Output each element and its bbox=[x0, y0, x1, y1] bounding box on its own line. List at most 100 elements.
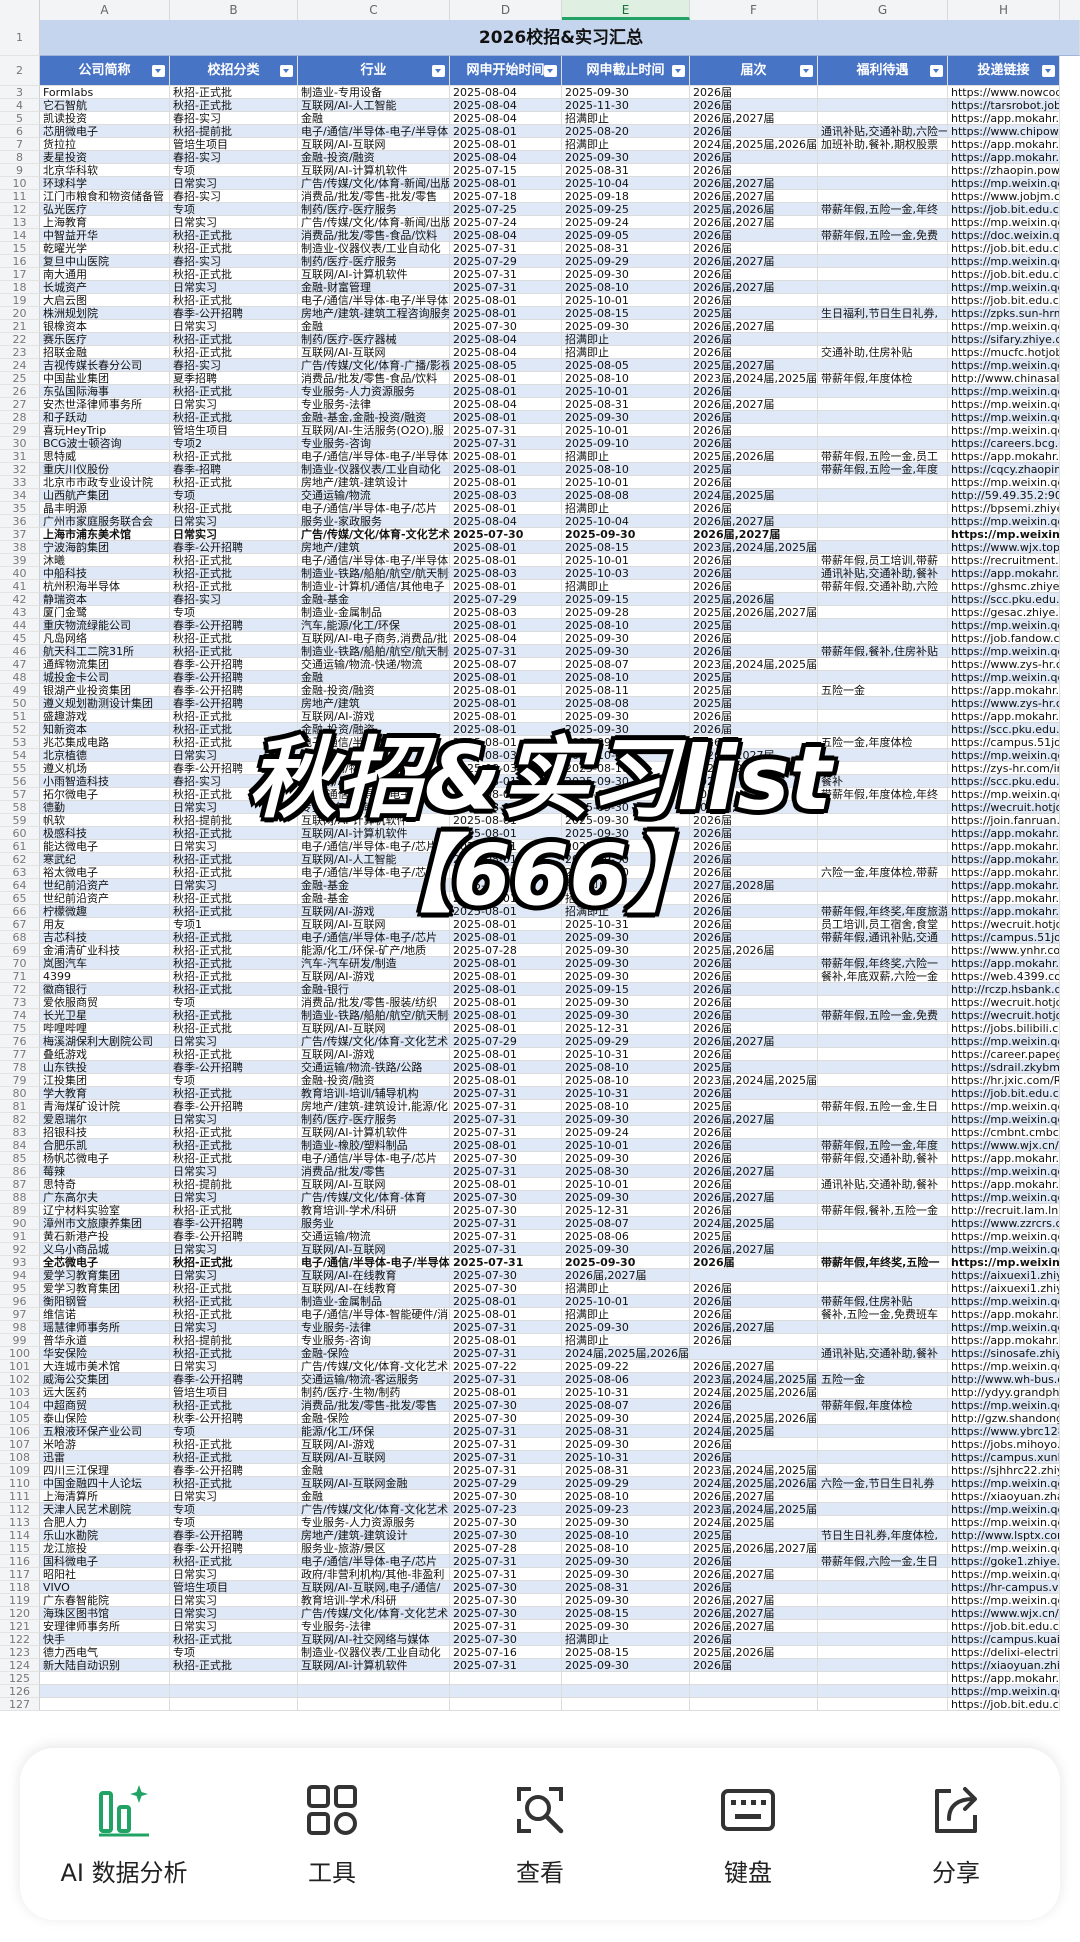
table-cell[interactable]: 2025-07-30 bbox=[450, 1594, 562, 1607]
table-cell[interactable]: 2025-09-30 bbox=[562, 1516, 690, 1529]
table-cell[interactable]: 电子/通信/半导体-电子/半导体 bbox=[298, 1256, 450, 1269]
table-cell[interactable]: 2025-10-31 bbox=[562, 1087, 690, 1100]
table-cell[interactable]: 互联网/AI-游戏 bbox=[298, 710, 450, 723]
table-cell[interactable]: 2026届 bbox=[690, 502, 818, 515]
table-cell[interactable]: http://www.wh-bus.co bbox=[948, 1373, 1060, 1386]
table-cell[interactable]: 2025-09-30 bbox=[562, 723, 690, 736]
table-cell[interactable]: 2025-07-30 bbox=[450, 1399, 562, 1412]
row-number[interactable]: 84 bbox=[0, 1139, 40, 1152]
row-number[interactable]: 12 bbox=[0, 203, 40, 216]
table-cell[interactable]: 夏季招聘 bbox=[170, 372, 298, 385]
table-cell[interactable]: 2025-09-30 bbox=[562, 957, 690, 970]
table-cell[interactable]: 秋招-正式批 bbox=[170, 1282, 298, 1295]
table-cell[interactable]: 2025-08-01 bbox=[450, 1386, 562, 1399]
row-number[interactable]: 18 bbox=[0, 281, 40, 294]
table-cell[interactable]: 2025届 bbox=[690, 1529, 818, 1542]
table-cell[interactable]: 长城资产 bbox=[40, 281, 170, 294]
table-cell[interactable]: 2025-09-05 bbox=[562, 229, 690, 242]
table-cell[interactable]: 2025-07-31 bbox=[450, 1568, 562, 1581]
table-cell[interactable]: 2025-08-01 bbox=[450, 697, 562, 710]
table-cell[interactable]: 2025届,2026届 bbox=[690, 593, 818, 606]
table-cell[interactable]: 2025-09-15 bbox=[562, 983, 690, 996]
table-cell[interactable]: 春招-实习 bbox=[170, 359, 298, 372]
row-number[interactable]: 53 bbox=[0, 736, 40, 749]
table-cell[interactable]: 秋招-正式批 bbox=[170, 1659, 298, 1672]
table-cell[interactable]: 2025-08-10 bbox=[562, 372, 690, 385]
table-cell[interactable]: 秋招-正式批 bbox=[170, 580, 298, 593]
table-cell[interactable]: https://mp.weixin.qq.c bbox=[948, 411, 1060, 424]
column-header[interactable]: 投递链接 bbox=[948, 56, 1060, 86]
table-cell[interactable]: 2026届 bbox=[690, 294, 818, 307]
table-cell[interactable]: 秋招-正式批 bbox=[170, 853, 298, 866]
row-number[interactable]: 42 bbox=[0, 593, 40, 606]
table-cell[interactable]: 互联网/AI-互联网 bbox=[298, 1451, 450, 1464]
row-number[interactable]: 117 bbox=[0, 1568, 40, 1581]
table-cell[interactable]: 电子/通信/半导体-电子/芯片 bbox=[298, 1555, 450, 1568]
table-cell[interactable]: 知新资本 bbox=[40, 723, 170, 736]
table-cell[interactable]: 莓辣 bbox=[40, 1165, 170, 1178]
table-cell[interactable]: 沐曦 bbox=[40, 554, 170, 567]
table-cell[interactable]: 北京植德 bbox=[40, 749, 170, 762]
row-number[interactable]: 26 bbox=[0, 385, 40, 398]
table-cell[interactable]: 2024届,2025届 bbox=[690, 489, 818, 502]
table-cell[interactable]: 2025-08-01 bbox=[450, 684, 562, 697]
table-cell[interactable]: 秋招-正式批 bbox=[170, 99, 298, 112]
table-cell[interactable]: https://mp.weixin.qq.c bbox=[948, 671, 1060, 684]
column-letter[interactable]: H bbox=[948, 0, 1060, 20]
table-cell[interactable]: 2025-09-30 bbox=[562, 632, 690, 645]
table-cell[interactable] bbox=[818, 502, 948, 515]
row-number[interactable]: 88 bbox=[0, 1191, 40, 1204]
row-number[interactable]: 91 bbox=[0, 1230, 40, 1243]
column-letter[interactable]: F bbox=[690, 0, 818, 20]
row-number[interactable]: 104 bbox=[0, 1399, 40, 1412]
table-cell[interactable] bbox=[450, 1685, 562, 1698]
table-cell[interactable]: 2025-08-04 bbox=[450, 515, 562, 528]
table-cell[interactable]: 日常实习 bbox=[170, 879, 298, 892]
table-cell[interactable]: 银湖产业投资集团 bbox=[40, 684, 170, 697]
table-cell[interactable] bbox=[818, 1126, 948, 1139]
row-number[interactable]: 120 bbox=[0, 1607, 40, 1620]
table-cell[interactable]: 带薪年假,交通补助,餐补 bbox=[818, 1152, 948, 1165]
table-cell[interactable]: 2025-08-06 bbox=[562, 1230, 690, 1243]
table-cell[interactable]: 秋招-正式批 bbox=[170, 268, 298, 281]
table-cell[interactable]: 制造业-仪器仪表/工业自动化 bbox=[298, 463, 450, 476]
table-cell[interactable]: 晶丰明源 bbox=[40, 502, 170, 515]
table-cell[interactable]: https://mp.weixin.qq.c bbox=[948, 398, 1060, 411]
table-cell[interactable]: 2025-07-18 bbox=[450, 190, 562, 203]
table-cell[interactable]: 带薪年假,五险一金,年终 bbox=[818, 203, 948, 216]
row-number[interactable]: 89 bbox=[0, 1204, 40, 1217]
table-cell[interactable]: 2024届,2025届,2026届 bbox=[690, 1477, 818, 1490]
table-cell[interactable]: 广告/传媒/文化/体育-文化艺术 bbox=[298, 1503, 450, 1516]
table-cell[interactable]: 2026届 bbox=[690, 918, 818, 931]
row-number[interactable]: 127 bbox=[0, 1698, 40, 1711]
row-number[interactable]: 102 bbox=[0, 1373, 40, 1386]
table-cell[interactable]: 春季-招聘 bbox=[170, 463, 298, 476]
table-cell[interactable]: https://sdrail.zkybm.c bbox=[948, 1061, 1060, 1074]
table-cell[interactable]: 招联金融 bbox=[40, 346, 170, 359]
table-cell[interactable]: 2025-08-10 bbox=[562, 281, 690, 294]
table-cell[interactable]: 消费品/批发/零售 bbox=[298, 1165, 450, 1178]
table-cell[interactable]: 广告/传媒/文化/体育-广播/影视 bbox=[298, 359, 450, 372]
table-cell[interactable]: https://aixuexi1.zhiye bbox=[948, 1282, 1060, 1295]
table-cell[interactable] bbox=[818, 1607, 948, 1620]
table-cell[interactable]: 2025-10-03 bbox=[562, 567, 690, 580]
table-cell[interactable]: 2023届,2024届,2025届 bbox=[690, 1373, 818, 1386]
table-cell[interactable]: 2025-09-30 bbox=[562, 320, 690, 333]
row-number[interactable]: 35 bbox=[0, 502, 40, 515]
table-cell[interactable]: 合肥乐凯 bbox=[40, 1139, 170, 1152]
row-number[interactable]: 34 bbox=[0, 489, 40, 502]
table-cell[interactable]: 餐补,五险一金,免费班车 bbox=[818, 1308, 948, 1321]
table-cell[interactable]: http://59.49.35.2:901 bbox=[948, 489, 1060, 502]
table-cell[interactable]: 春季-公开招聘 bbox=[170, 762, 298, 775]
row-number[interactable]: 98 bbox=[0, 1321, 40, 1334]
row-number[interactable]: 95 bbox=[0, 1282, 40, 1295]
table-cell[interactable]: 五险一金 bbox=[818, 1373, 948, 1386]
table-cell[interactable]: 专业服务-法律 bbox=[298, 1321, 450, 1334]
table-cell[interactable]: 2025-08-15 bbox=[562, 1607, 690, 1620]
table-cell[interactable]: 2026届 bbox=[690, 1048, 818, 1061]
table-cell[interactable]: https://mp.weixin.qq.c bbox=[948, 1191, 1060, 1204]
table-cell[interactable]: 2026届,2027届 bbox=[690, 515, 818, 528]
table-cell[interactable]: 金融 bbox=[298, 1464, 450, 1477]
row-number[interactable]: 56 bbox=[0, 775, 40, 788]
table-cell[interactable]: https://jobs.bilibili.co bbox=[948, 1022, 1060, 1035]
